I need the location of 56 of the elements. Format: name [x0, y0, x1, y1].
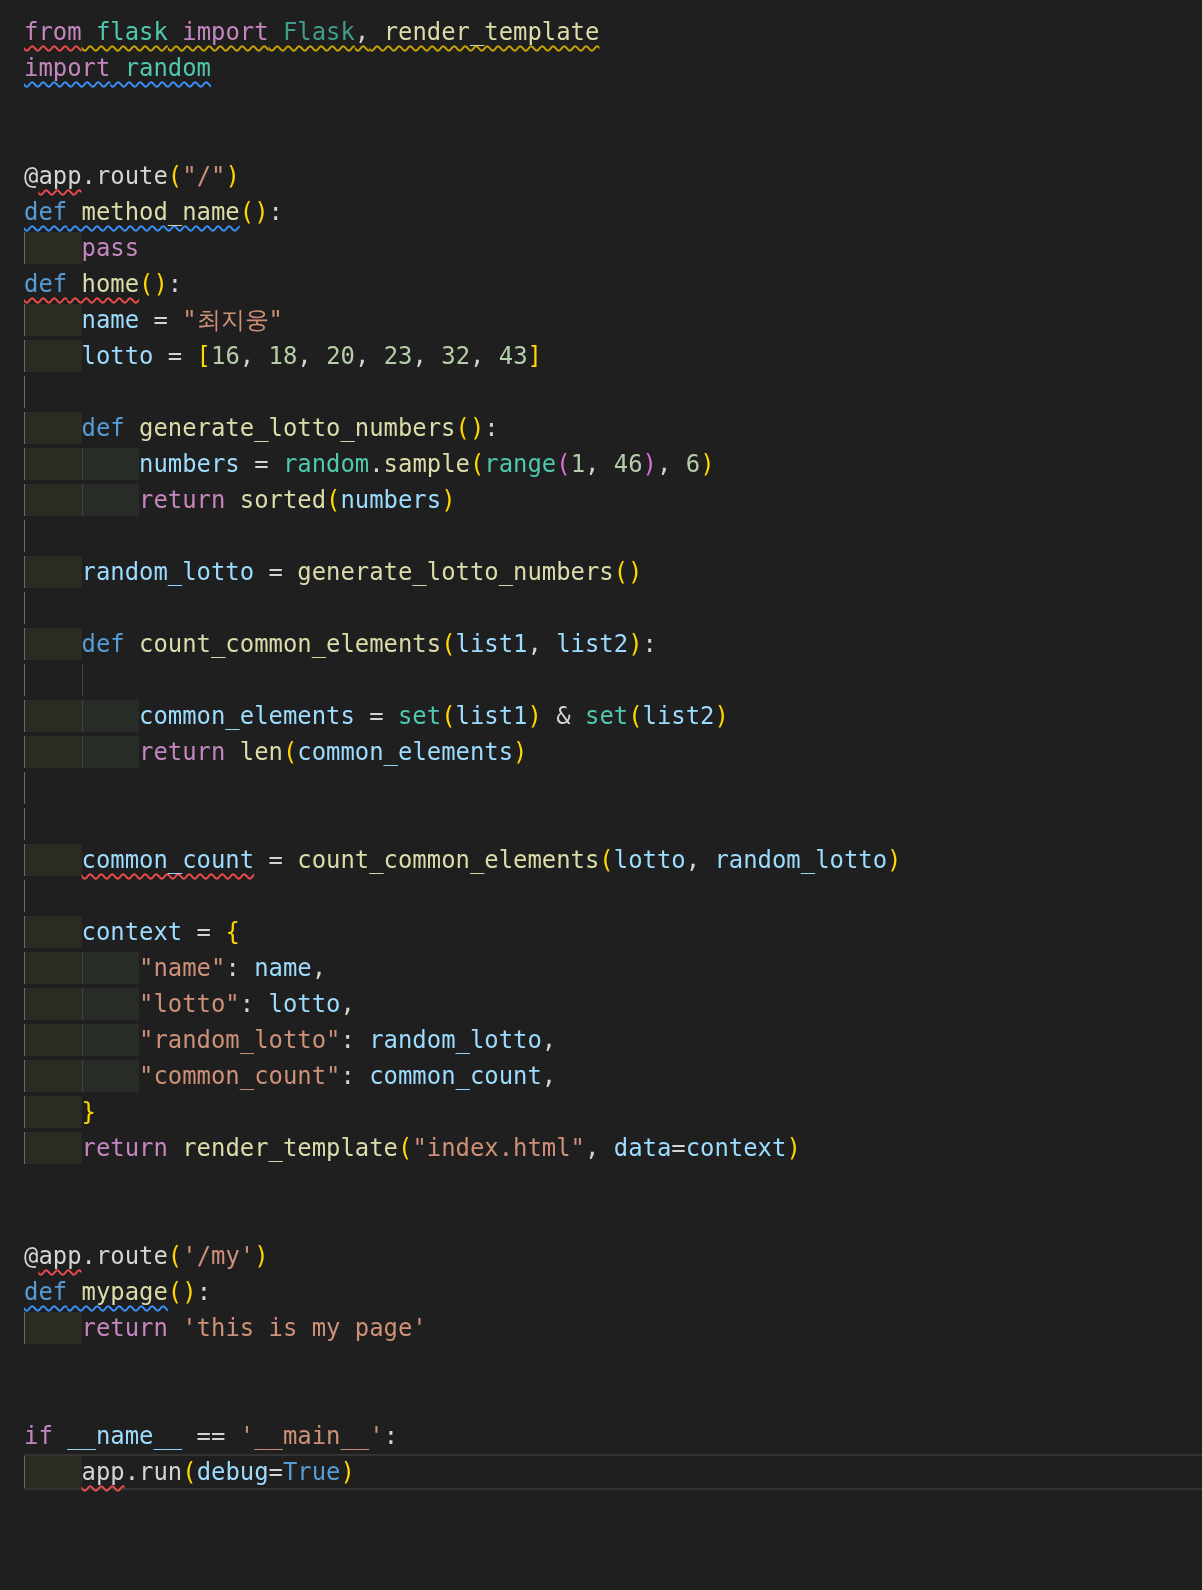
indent-guide [24, 304, 82, 336]
indent-guide [81, 1024, 140, 1056]
indent-guide [24, 1312, 82, 1344]
indent-guide [81, 988, 140, 1020]
indent-guide [24, 1132, 82, 1164]
code-line: pass [81, 233, 140, 264]
indent-guide [81, 736, 140, 768]
indent-guide [24, 628, 82, 660]
indent-guide [24, 736, 82, 768]
indent-guide [24, 412, 82, 444]
code-line: app.run(debug=True) [81, 1457, 355, 1488]
code-line: def method_name(): [24, 197, 283, 228]
code-line: numbers = random.sample(range(1, 46), 6) [139, 449, 715, 480]
indent-guide [24, 1096, 82, 1128]
code-line: return sorted(numbers) [139, 485, 456, 516]
indent-guide [24, 1024, 82, 1056]
code-line: lotto = [16, 18, 20, 23, 32, 43] [81, 341, 542, 372]
code-line: context = { [81, 917, 240, 948]
indent-guide [24, 484, 82, 516]
indent-guide [24, 988, 82, 1020]
code-line: @app.route("/") [24, 161, 240, 192]
indent-guide [24, 556, 82, 588]
code-line: } [81, 1097, 96, 1128]
code-line: "common_count": common_count, [139, 1061, 557, 1092]
code-line: common_count = count_common_elements(lotto, random_lotto) [81, 845, 902, 876]
indent-guide [81, 1060, 140, 1092]
code-line: return render_template("index.html", data=context) [81, 1133, 801, 1164]
code-line: import random [24, 53, 211, 84]
code-line: def mypage(): [24, 1277, 211, 1308]
code-line: random_lotto = generate_lotto_numbers() [81, 557, 643, 588]
indent-guide [24, 1456, 82, 1488]
code-line: def home(): [24, 269, 183, 300]
indent-guide [24, 700, 82, 732]
code-line: def count_common_elements(list1, list2): [81, 629, 657, 660]
code-line: @app.route('/my') [24, 1241, 269, 1272]
code-line: "lotto": lotto, [139, 989, 355, 1020]
code-line: common_elements = set(list1) & set(list2) [139, 701, 729, 732]
code-line: from flask import Flask, render_template [24, 17, 600, 48]
code-line: return 'this is my page' [81, 1313, 427, 1344]
code-line: return len(common_elements) [139, 737, 528, 768]
code-line: def generate_lotto_numbers(): [81, 413, 499, 444]
indent-guide [24, 916, 82, 948]
code-line: if __name__ == '__main__': [24, 1421, 398, 1452]
code-line: name = "최지웅" [81, 305, 283, 336]
indent-guide [24, 844, 82, 876]
indent-guide [81, 484, 140, 516]
indent-guide [24, 232, 82, 264]
indent-guide [24, 1060, 82, 1092]
indent-guide [24, 448, 82, 480]
code-line: "name": name, [139, 953, 327, 984]
indent-guide [81, 448, 140, 480]
code-line: "random_lotto": random_lotto, [139, 1025, 557, 1056]
indent-guide [24, 340, 82, 372]
indent-guide [24, 952, 82, 984]
indent-guide [81, 952, 140, 984]
indent-guide [81, 700, 140, 732]
